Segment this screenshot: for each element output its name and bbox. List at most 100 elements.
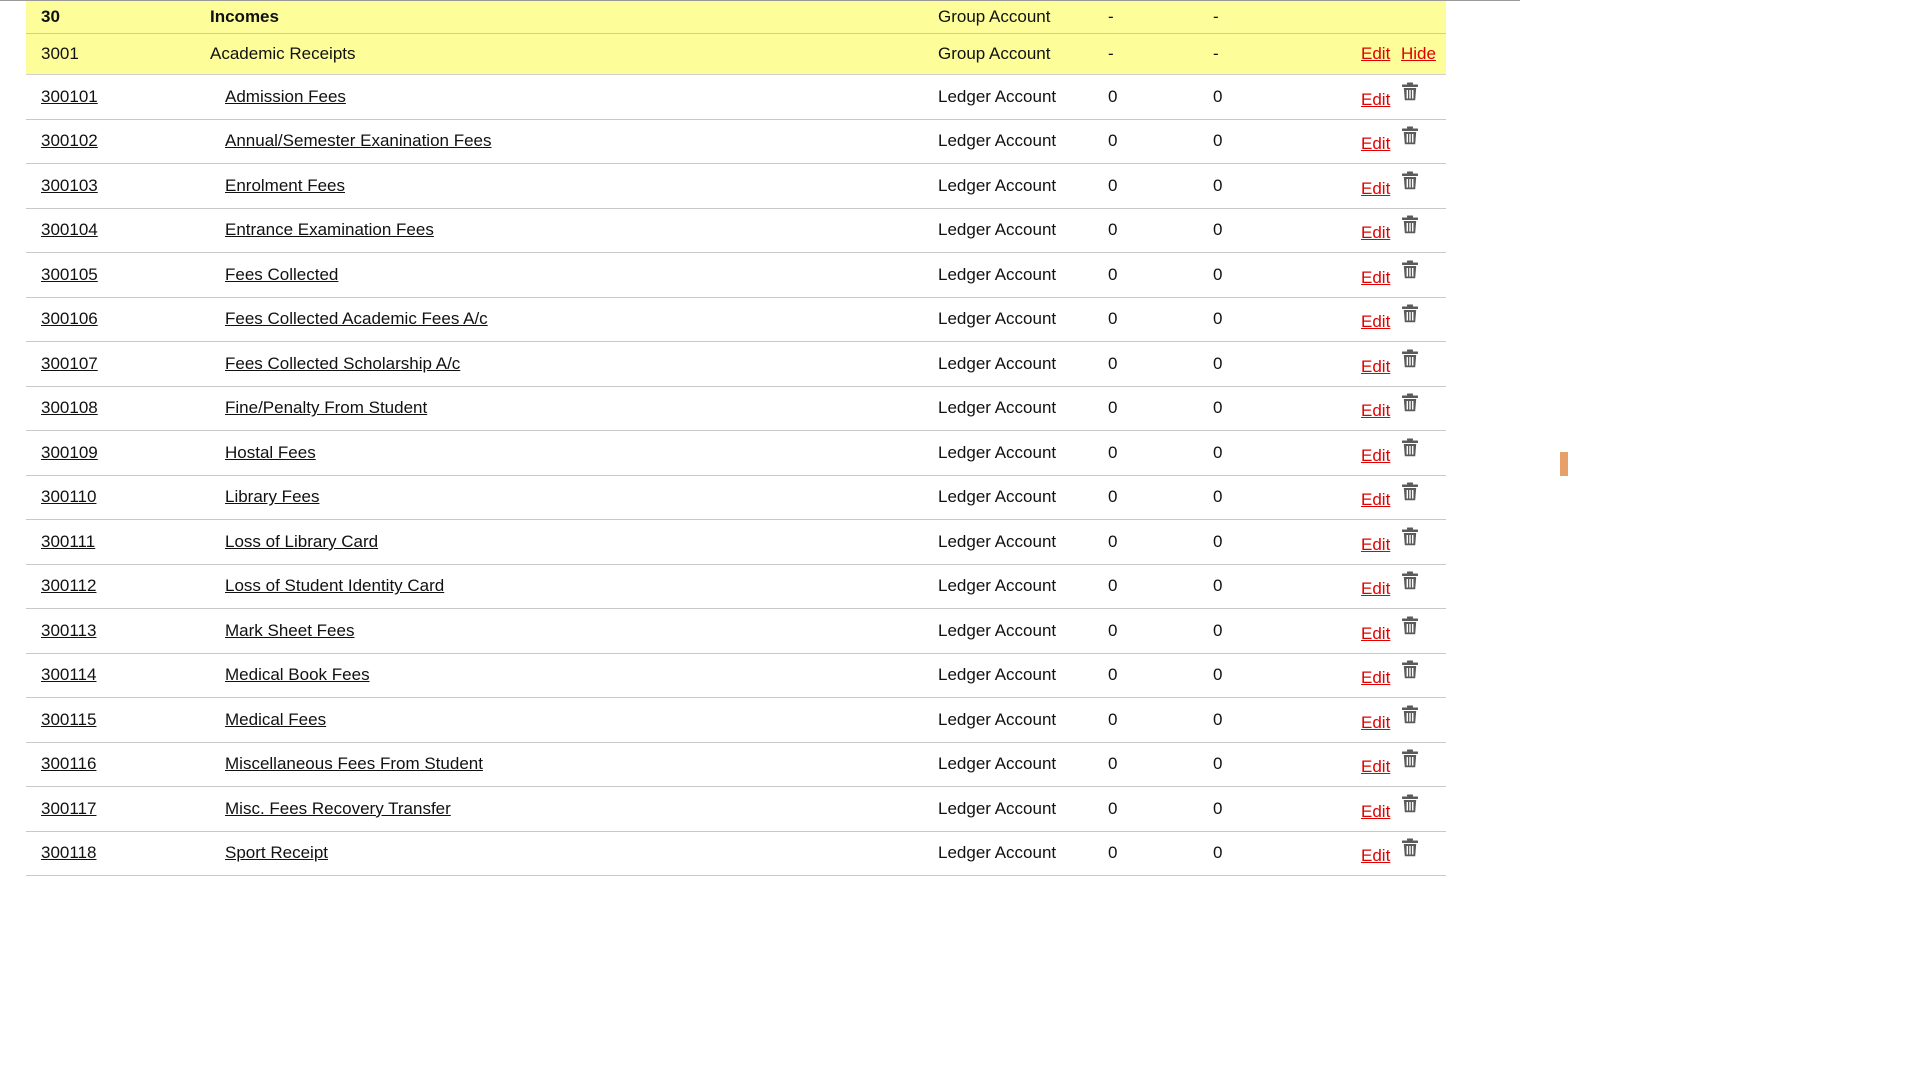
trash-icon[interactable]	[1401, 82, 1419, 109]
trash-icon[interactable]	[1401, 126, 1419, 153]
account-type: Ledger Account	[938, 175, 1057, 195]
table-row: 300101 Admission Fees Ledger Account 0 0…	[26, 75, 1446, 120]
table-row: 300110 Library Fees Ledger Account 0 0 E…	[26, 475, 1446, 520]
trash-icon[interactable]	[1401, 393, 1419, 420]
account-code-link[interactable]: 300106	[41, 309, 98, 329]
edit-link[interactable]: Edit	[1361, 90, 1390, 110]
trash-icon[interactable]	[1401, 527, 1419, 554]
account-name: Academic Receipts	[210, 44, 356, 63]
trash-icon-glyph	[1402, 349, 1418, 367]
edit-link[interactable]: Edit	[1361, 446, 1390, 466]
debit-value: -	[1108, 7, 1114, 26]
trash-icon[interactable]	[1401, 616, 1419, 643]
credit-value: -	[1213, 44, 1219, 63]
credit-value: 0	[1213, 576, 1223, 596]
credit-value: 0	[1213, 86, 1223, 106]
account-code-link[interactable]: 300102	[41, 131, 98, 151]
account-name-link[interactable]: Medical Fees	[225, 710, 326, 730]
account-name-link[interactable]: Miscellaneous Fees From Student	[225, 754, 483, 774]
edit-link[interactable]: Edit	[1361, 579, 1390, 599]
trash-icon[interactable]	[1401, 171, 1419, 198]
account-name-link[interactable]: Fine/Penalty From Student	[225, 398, 427, 418]
edit-link[interactable]: Edit	[1361, 624, 1390, 644]
account-code-link[interactable]: 300112	[41, 576, 96, 596]
trash-icon-glyph	[1402, 393, 1418, 412]
edit-link[interactable]: Edit	[1361, 846, 1390, 866]
account-name-link[interactable]: Fees Collected Scholarship A/c	[225, 354, 460, 374]
table-row: 300109 Hostal Fees Ledger Account 0 0 Ed…	[26, 431, 1446, 476]
trash-icon-glyph	[1402, 482, 1418, 501]
trash-icon[interactable]	[1401, 794, 1419, 821]
trash-icon[interactable]	[1401, 749, 1419, 776]
trash-icon[interactable]	[1401, 482, 1419, 509]
scrollbar-marker[interactable]	[1560, 452, 1568, 476]
account-name-link[interactable]: Annual/Semester Exanination Fees	[225, 131, 492, 151]
trash-icon[interactable]	[1401, 349, 1419, 376]
account-code-link[interactable]: 300116	[41, 754, 96, 774]
account-name-link[interactable]: Fees Collected	[225, 265, 338, 285]
account-name-link[interactable]: Fees Collected Academic Fees A/c	[225, 309, 488, 329]
account-name-link[interactable]: Entrance Examination Fees	[225, 220, 434, 240]
account-code-link[interactable]: 300118	[41, 843, 96, 863]
account-name-link[interactable]: Enrolment Fees	[225, 176, 345, 196]
trash-icon[interactable]	[1401, 438, 1419, 465]
trash-icon[interactable]	[1401, 260, 1419, 287]
edit-link[interactable]: Edit	[1361, 179, 1390, 199]
trash-icon[interactable]	[1401, 571, 1419, 598]
account-code-link[interactable]: 300105	[41, 265, 98, 285]
account-name-link[interactable]: Library Fees	[225, 487, 319, 507]
account-name-link[interactable]: Hostal Fees	[225, 443, 316, 463]
credit-value: 0	[1213, 309, 1223, 329]
account-code-link[interactable]: 300108	[41, 398, 98, 418]
account-name-link[interactable]: Sport Receipt	[225, 843, 328, 863]
account-code-link[interactable]: 300107	[41, 354, 98, 374]
account-code-link[interactable]: 300109	[41, 443, 98, 463]
edit-link[interactable]: Edit	[1361, 223, 1390, 243]
edit-link[interactable]: Edit	[1361, 44, 1390, 64]
table-row: 300108 Fine/Penalty From Student Ledger …	[26, 386, 1446, 431]
edit-link[interactable]: Edit	[1361, 312, 1390, 332]
account-name-link[interactable]: Loss of Student Identity Card	[225, 576, 444, 596]
debit-value: 0	[1108, 442, 1118, 462]
trash-icon-glyph	[1402, 527, 1418, 545]
trash-icon[interactable]	[1401, 660, 1419, 687]
account-type: Ledger Account	[938, 620, 1057, 640]
debit-value: 0	[1108, 754, 1118, 774]
account-code-link[interactable]: 300103	[41, 176, 98, 196]
hide-link[interactable]: Hide	[1401, 44, 1436, 64]
account-name-link[interactable]: Medical Book Fees	[225, 665, 370, 685]
edit-link[interactable]: Edit	[1361, 535, 1390, 555]
account-code-link[interactable]: 300110	[41, 487, 96, 507]
edit-link[interactable]: Edit	[1361, 713, 1390, 733]
table-row: 300113 Mark Sheet Fees Ledger Account 0 …	[26, 609, 1446, 654]
trash-icon[interactable]	[1401, 838, 1419, 865]
edit-link[interactable]: Edit	[1361, 802, 1390, 822]
account-name-link[interactable]: Loss of Library Card	[225, 532, 378, 552]
trash-icon[interactable]	[1401, 705, 1419, 732]
account-code-link[interactable]: 300114	[41, 665, 96, 685]
trash-icon[interactable]	[1401, 215, 1419, 242]
account-code-link[interactable]: 300111	[41, 532, 95, 552]
edit-link[interactable]: Edit	[1361, 268, 1390, 288]
edit-link[interactable]: Edit	[1361, 134, 1390, 154]
edit-link[interactable]: Edit	[1361, 490, 1390, 510]
credit-value: 0	[1213, 442, 1223, 462]
edit-link[interactable]: Edit	[1361, 668, 1390, 688]
group-row-incomes: 30 Incomes Group Account - -	[26, 1, 1446, 34]
account-type: Ledger Account	[938, 86, 1057, 106]
account-name-link[interactable]: Mark Sheet Fees	[225, 621, 354, 641]
account-code-link[interactable]: 300113	[41, 621, 96, 641]
edit-link[interactable]: Edit	[1361, 357, 1390, 377]
edit-link[interactable]: Edit	[1361, 757, 1390, 777]
edit-link[interactable]: Edit	[1361, 401, 1390, 421]
account-name-link[interactable]: Misc. Fees Recovery Transfer	[225, 799, 451, 819]
account-code-link[interactable]: 300104	[41, 220, 98, 240]
debit-value: 0	[1108, 353, 1118, 373]
credit-value: 0	[1213, 709, 1223, 729]
account-name-link[interactable]: Admission Fees	[225, 87, 346, 107]
debit-value: 0	[1108, 487, 1118, 507]
account-code-link[interactable]: 300117	[41, 799, 96, 819]
account-code-link[interactable]: 300101	[41, 87, 98, 107]
account-code-link[interactable]: 300115	[41, 710, 96, 730]
trash-icon[interactable]	[1401, 304, 1419, 331]
